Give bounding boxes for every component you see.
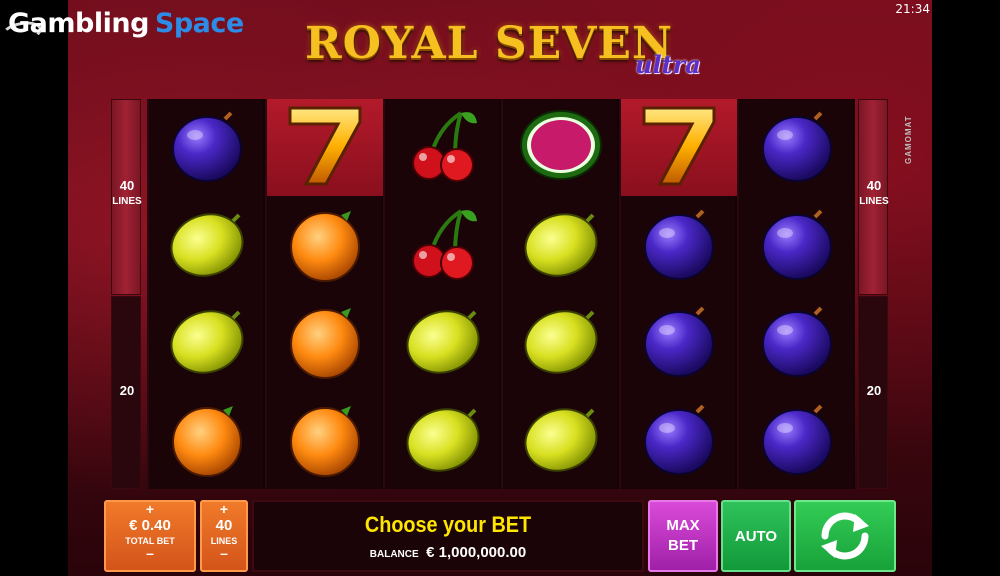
game-logo: ROYAL SEVEN ultra bbox=[305, 12, 725, 82]
reel-symbol bbox=[149, 99, 265, 196]
message-panel: Choose your BET BALANCE € 1,000,000.00 bbox=[252, 500, 644, 572]
reel-4 bbox=[501, 99, 617, 489]
reel-symbol bbox=[739, 197, 855, 294]
reel-6 bbox=[737, 99, 853, 489]
lemon-icon bbox=[167, 203, 247, 288]
lines-indicator-left-top: 40 LINES bbox=[111, 99, 142, 295]
lines-indicator-right-bottom: 20 bbox=[858, 296, 888, 489]
increase-bet-icon[interactable]: + bbox=[106, 502, 194, 516]
orange-icon bbox=[167, 398, 247, 483]
lines-indicator-right-top: 40 LINES bbox=[858, 99, 889, 295]
orange-icon bbox=[285, 398, 365, 483]
provider-label: GAMOMAT bbox=[904, 115, 913, 165]
game-title-suffix: ultra bbox=[635, 50, 701, 79]
lines-indicator-left-bottom: 20 bbox=[111, 296, 141, 489]
cherry-icon bbox=[403, 203, 483, 288]
lines-count: 20 bbox=[119, 383, 135, 398]
reel-symbol bbox=[503, 99, 619, 196]
reel-symbol bbox=[149, 392, 265, 489]
reel-2 bbox=[265, 99, 383, 489]
lines-count: 40 bbox=[866, 178, 882, 193]
lemon-icon bbox=[167, 300, 247, 385]
decrease-lines-icon[interactable]: – bbox=[202, 546, 246, 560]
total-bet-value: € 0.40 bbox=[129, 517, 171, 534]
plum-icon bbox=[639, 398, 719, 483]
reel-symbol bbox=[149, 197, 265, 294]
lines-label: LINES bbox=[112, 196, 142, 207]
orange-icon bbox=[285, 203, 365, 288]
lemon-icon bbox=[403, 398, 483, 483]
left-letterbox bbox=[0, 0, 68, 576]
reel-symbol bbox=[149, 294, 265, 391]
max-bet-line-1: MAX bbox=[666, 517, 700, 534]
reel-symbol bbox=[385, 392, 501, 489]
orange-icon bbox=[285, 300, 365, 385]
lines-count: 40 bbox=[119, 178, 135, 193]
game-title: ROYAL SEVEN bbox=[305, 18, 674, 69]
seven-icon bbox=[280, 100, 370, 195]
plum-icon bbox=[757, 105, 837, 190]
watermelon-icon bbox=[518, 102, 604, 193]
lemon-icon bbox=[403, 300, 483, 385]
plum-icon bbox=[639, 300, 719, 385]
reel-symbol bbox=[385, 294, 501, 391]
balance-value: € 1,000,000.00 bbox=[426, 544, 527, 561]
lemon-icon bbox=[521, 398, 601, 483]
total-bet-button[interactable]: + € 0.40 TOTAL BET – bbox=[104, 500, 196, 572]
reel-symbol bbox=[503, 294, 619, 391]
reel-3 bbox=[383, 99, 499, 489]
plum-icon bbox=[167, 105, 247, 190]
lemon-icon bbox=[521, 300, 601, 385]
reel-symbol bbox=[385, 99, 501, 196]
plum-icon bbox=[757, 398, 837, 483]
lines-label: LINES bbox=[859, 196, 889, 207]
reels-grid bbox=[147, 99, 855, 489]
brand-word-2: Space bbox=[154, 8, 244, 39]
balance: BALANCE € 1,000,000.00 bbox=[254, 544, 642, 562]
auto-play-button[interactable]: AUTO bbox=[721, 500, 791, 572]
right-letterbox bbox=[932, 0, 1000, 576]
plum-icon bbox=[757, 203, 837, 288]
lines-value: 40 bbox=[215, 517, 233, 534]
increase-lines-icon[interactable]: + bbox=[202, 502, 246, 516]
plum-icon bbox=[757, 300, 837, 385]
max-bet-line-2: BET bbox=[668, 537, 698, 554]
reel-5 bbox=[619, 99, 737, 489]
plum-icon bbox=[639, 203, 719, 288]
reel-symbol bbox=[739, 392, 855, 489]
reel-symbol bbox=[385, 197, 501, 294]
reel-1 bbox=[147, 99, 263, 489]
reel-symbol bbox=[621, 392, 737, 489]
seven-icon bbox=[634, 100, 724, 195]
reel-symbol bbox=[267, 197, 383, 294]
reel-symbol bbox=[267, 294, 383, 391]
reel-symbol bbox=[621, 99, 737, 196]
reel-symbol bbox=[267, 99, 383, 196]
bet-prompt: Choose your BET bbox=[364, 512, 532, 537]
clock: 21:34 bbox=[895, 2, 930, 16]
cherry-icon bbox=[403, 105, 483, 190]
game-stage: Gambling Space 21:34 ROYAL SEVEN ultra GA… bbox=[0, 0, 1000, 576]
decrease-bet-icon[interactable]: – bbox=[106, 546, 194, 560]
lines-count: 20 bbox=[866, 383, 882, 398]
reel-symbol bbox=[267, 392, 383, 489]
gambling-space-logo: Gambling Space bbox=[0, 8, 244, 46]
lines-button[interactable]: + 40 LINES – bbox=[200, 500, 248, 572]
reel-symbol bbox=[621, 294, 737, 391]
control-bar: + € 0.40 TOTAL BET – + 40 LINES – Choose… bbox=[68, 497, 932, 576]
reel-symbol bbox=[621, 197, 737, 294]
reel-symbol bbox=[739, 99, 855, 196]
spin-arrows-icon bbox=[821, 512, 869, 560]
spin-button[interactable] bbox=[794, 500, 896, 572]
lemon-icon bbox=[521, 203, 601, 288]
reel-symbol bbox=[739, 294, 855, 391]
balance-label: BALANCE bbox=[369, 549, 419, 560]
reel-symbol bbox=[503, 197, 619, 294]
reel-symbol bbox=[503, 392, 619, 489]
max-bet-button[interactable]: MAX BET bbox=[648, 500, 718, 572]
